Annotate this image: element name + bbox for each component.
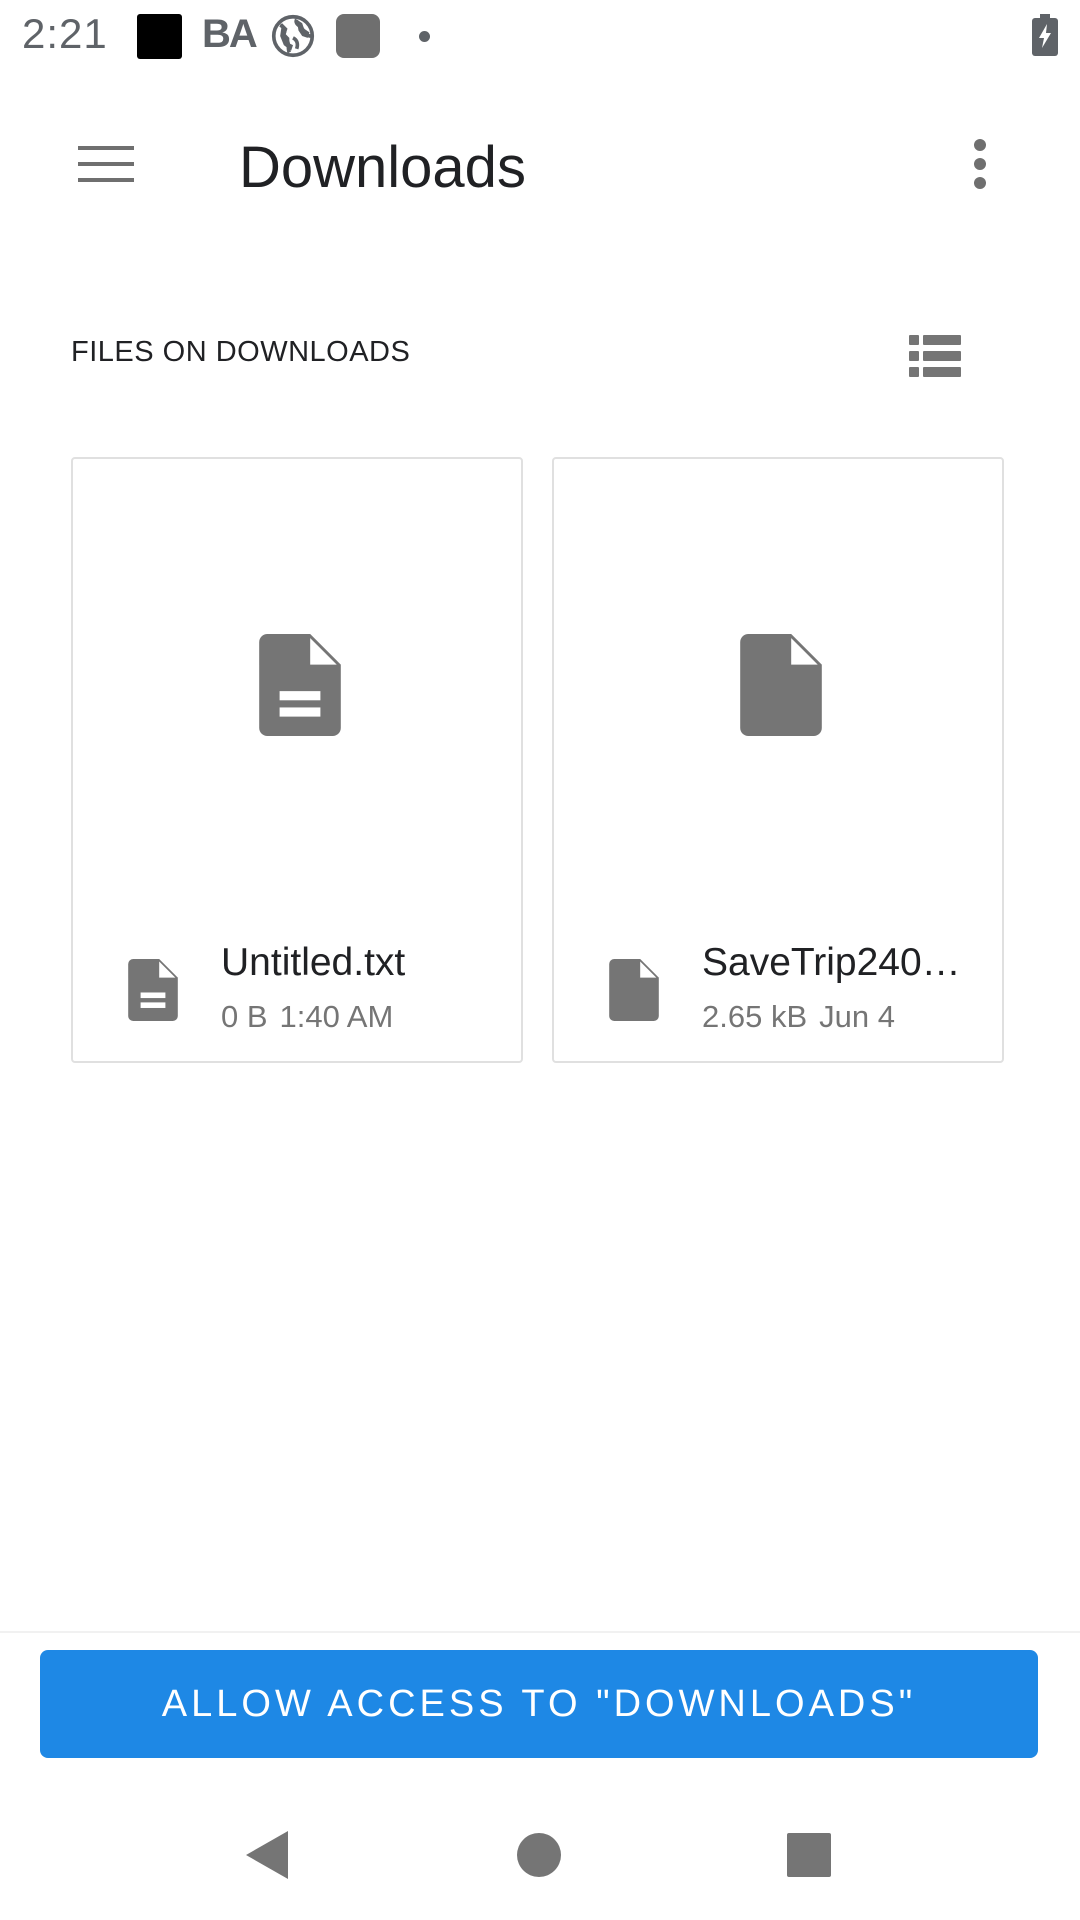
text-file-icon [259,634,341,736]
file-meta: 0 B 1:40 AM [221,999,393,1035]
file-name: SaveTrip240… [702,941,961,984]
file-icon [609,959,659,1021]
file-date: Jun 4 [819,999,895,1034]
file-icon [740,634,822,736]
back-icon [246,1831,288,1879]
file-size: 0 B [221,999,268,1034]
file-card[interactable]: Untitled.txt 0 B 1:40 AM [71,457,523,1063]
back-button[interactable] [222,1810,312,1900]
home-button[interactable] [494,1810,584,1900]
dot-icon [419,31,430,42]
globe-icon [271,14,315,58]
section-header: FILES ON DOWNLOADS [71,336,411,368]
page-title: Downloads [239,135,526,200]
battery-charging-icon [1032,14,1058,56]
app-bar: Downloads [0,74,1080,264]
status-time: 2:21 [22,10,108,57]
navigation-bar [0,1790,1080,1920]
more-options-button[interactable] [950,124,1010,204]
recents-button[interactable] [764,1810,854,1900]
menu-button[interactable] [66,124,146,204]
black-square-icon [137,14,182,59]
action-divider [0,1631,1080,1633]
allow-access-button[interactable]: ALLOW ACCESS TO "DOWNLOADS" [40,1650,1038,1758]
file-date: 1:40 AM [279,999,394,1034]
file-meta: 2.65 kB Jun 4 [702,999,895,1035]
list-view-icon [909,335,961,377]
file-size: 2.65 kB [702,999,808,1034]
status-bar: 2:21 BA [0,0,1080,74]
file-card[interactable]: SaveTrip240… 2.65 kB Jun 4 [552,457,1004,1063]
ba-icon: BA [202,12,258,56]
text-file-icon [128,959,178,1021]
more-vert-icon [974,139,986,189]
file-name: Untitled.txt [221,941,406,984]
screen: 2:21 BA Downloads FILES ON DOWNLOADS Unt… [0,0,1080,1920]
view-toggle-button[interactable] [900,326,970,386]
home-icon [517,1833,561,1877]
recents-icon [787,1833,831,1877]
hamburger-menu-icon [78,146,134,182]
gray-square-icon [336,14,380,58]
